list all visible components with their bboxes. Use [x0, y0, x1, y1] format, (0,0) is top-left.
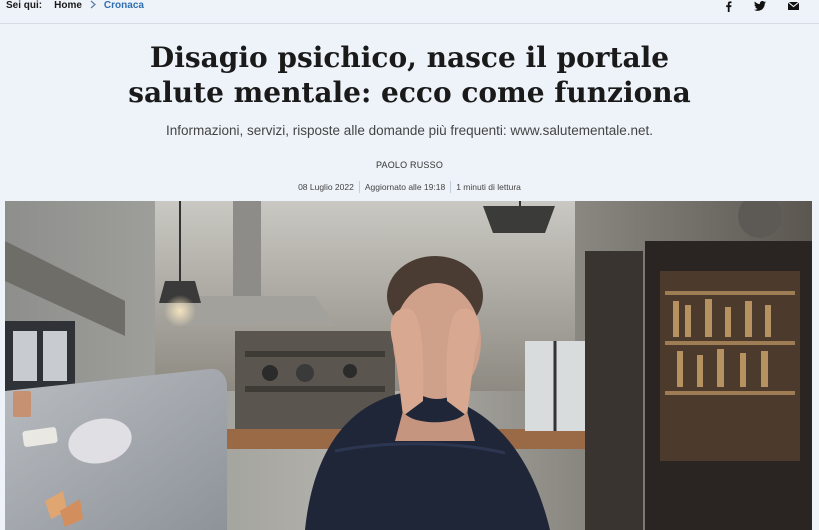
- hero-photo: [5, 201, 812, 530]
- breadcrumb-section-link[interactable]: Cronaca: [104, 0, 144, 12]
- article-header: Disagio psichico, nasce il portale salut…: [0, 24, 819, 200]
- facebook-icon[interactable]: [725, 0, 732, 12]
- twitter-icon[interactable]: [754, 1, 766, 11]
- share-bar: [725, 0, 799, 12]
- chevron-right-icon: [90, 0, 96, 13]
- article-meta: 08 Luglio 2022 Aggiornato alle 19:18 1 m…: [0, 181, 819, 193]
- mail-icon[interactable]: [788, 2, 799, 10]
- breadcrumb: Sei qui: Home Cronaca: [6, 0, 144, 12]
- updated-time: Aggiornato alle 19:18: [364, 182, 446, 192]
- top-bar: Sei qui: Home Cronaca: [0, 0, 819, 24]
- author-name[interactable]: PAOLO RUSSO: [0, 160, 819, 170]
- article-title: Disagio psichico, nasce il portale salut…: [128, 41, 691, 109]
- publish-date: 08 Luglio 2022: [298, 182, 354, 192]
- article-subtitle: Informazioni, servizi, risposte alle dom…: [166, 123, 653, 138]
- reading-time: 1 minuti di lettura: [456, 182, 521, 192]
- breadcrumb-label: Sei qui:: [6, 0, 43, 11]
- hero-image: [5, 201, 812, 530]
- breadcrumb-home-link[interactable]: Home: [54, 0, 82, 12]
